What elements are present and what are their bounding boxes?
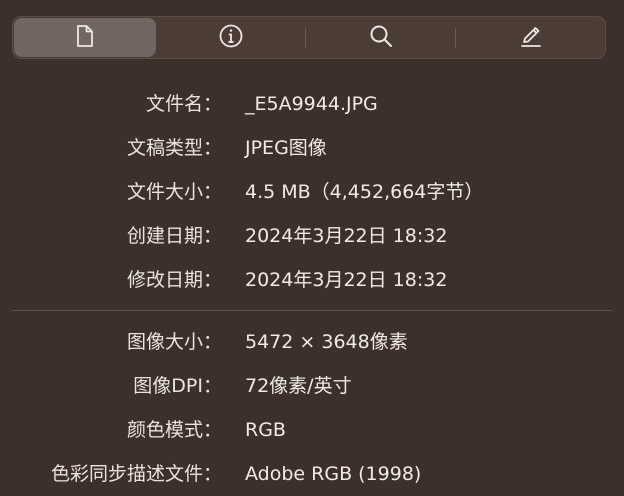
image-size-value: 5472 × 3648像素	[245, 331, 408, 353]
color-profile-label: 色彩同步描述文件：	[50, 463, 222, 485]
created-label: 创建日期：	[126, 225, 222, 247]
section-divider	[12, 310, 612, 311]
row-color-model: 颜色模式： RGB	[0, 415, 624, 445]
image-dpi-label: 图像DPI：	[133, 375, 222, 397]
row-modified: 修改日期： 2024年3月22日 18:32	[0, 265, 624, 295]
row-color-profile: 色彩同步描述文件： Adobe RGB (1998)	[0, 459, 624, 489]
row-created: 创建日期： 2024年3月22日 18:32	[0, 221, 624, 251]
filename-label: 文件名：	[145, 93, 222, 115]
row-doc-type: 文稿类型： JPEG图像	[0, 133, 624, 163]
row-filename: 文件名： _E5A9944.JPG	[0, 89, 624, 119]
filename-value: _E5A9944.JPG	[245, 93, 378, 115]
doc-type-value: JPEG图像	[245, 137, 327, 159]
tab-info[interactable]	[156, 17, 305, 58]
file-size-label: 文件大小：	[126, 181, 222, 203]
tab-general[interactable]	[14, 18, 156, 57]
row-image-size: 图像大小： 5472 × 3648像素	[0, 327, 624, 357]
image-size-label: 图像大小：	[126, 331, 222, 353]
modified-label: 修改日期：	[126, 269, 222, 291]
modified-value: 2024年3月22日 18:32	[245, 269, 448, 291]
info-icon	[218, 23, 244, 53]
file-size-value: 4.5 MB（4,452,664字节）	[245, 181, 484, 203]
color-model-label: 颜色模式：	[126, 419, 222, 441]
color-profile-value: Adobe RGB (1998)	[245, 463, 422, 485]
tab-edit[interactable]	[456, 17, 605, 58]
pencil-icon	[518, 23, 544, 53]
created-value: 2024年3月22日 18:32	[245, 225, 448, 247]
search-icon	[368, 23, 394, 53]
document-icon	[72, 23, 98, 53]
row-file-size: 文件大小： 4.5 MB（4,452,664字节）	[0, 177, 624, 207]
color-model-value: RGB	[245, 419, 286, 441]
row-image-dpi: 图像DPI： 72像素/英寸	[0, 371, 624, 401]
inspector-tab-bar	[12, 16, 606, 59]
image-dpi-value: 72像素/英寸	[245, 375, 352, 397]
tab-search[interactable]	[306, 17, 455, 58]
doc-type-label: 文稿类型：	[126, 137, 222, 159]
